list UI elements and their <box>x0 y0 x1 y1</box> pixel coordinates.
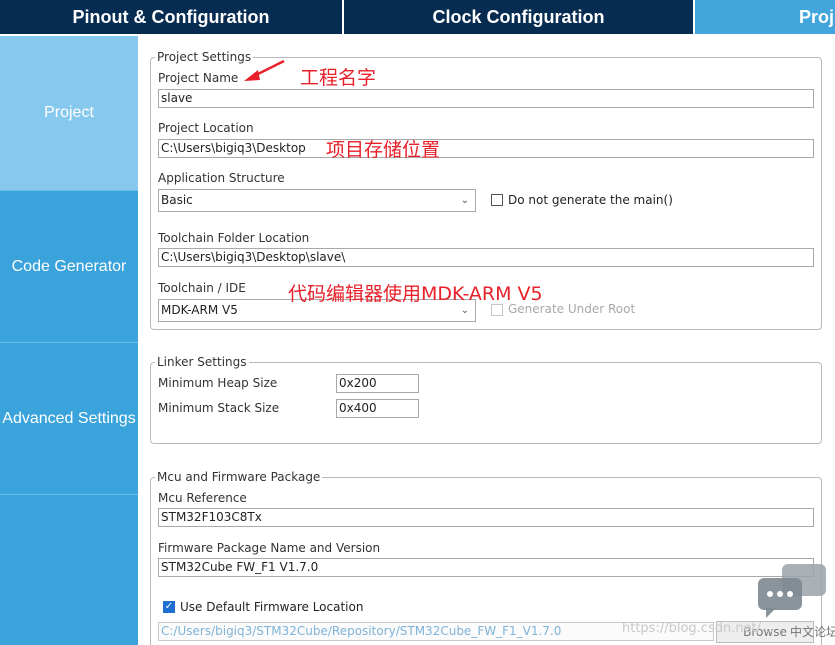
sidebar-item-label: Code Generator <box>11 257 127 275</box>
sidebar-item-code-generator[interactable]: Code Generator <box>0 191 138 343</box>
min-heap-size-label: Minimum Heap Size <box>158 376 278 390</box>
use-default-firmware-checkbox[interactable]: ✓ <box>163 601 175 613</box>
tab-label: Pinout & Configuration <box>72 6 270 27</box>
sidebar-item-label: Project <box>44 104 94 121</box>
tab-label: Proj <box>799 6 835 27</box>
no-main-label: Do not generate the main() <box>508 193 673 207</box>
tab-label: Clock Configuration <box>432 6 605 27</box>
application-structure-select[interactable]: Basic ⌄ <box>158 189 476 212</box>
firmware-package-input[interactable]: STM32Cube FW_F1 V1.7.0 <box>158 558 814 577</box>
sidebar: Project Code Generator Advanced Settings <box>0 36 138 645</box>
chat-bubble-icon <box>758 564 826 618</box>
watermark-url: https://blog.csdn.net/... <box>622 621 774 636</box>
project-location-annotation: 项目存储位置 <box>326 139 441 161</box>
no-main-checkbox[interactable] <box>491 194 503 206</box>
chevron-down-icon: ⌄ <box>460 195 469 206</box>
min-heap-size-input[interactable]: 0x200 <box>336 374 419 393</box>
toolchain-folder-label: Toolchain Folder Location <box>158 231 310 245</box>
use-default-firmware-label: Use Default Firmware Location <box>180 600 364 614</box>
tab-clock-configuration[interactable]: Clock Configuration <box>344 0 693 34</box>
toolchain-annotation: 代码编辑器使用MDK-ARM V5 <box>288 283 543 305</box>
min-stack-size-label: Minimum Stack Size <box>158 401 280 415</box>
sidebar-item-project[interactable]: Project <box>0 36 138 191</box>
application-structure-label: Application Structure <box>158 171 285 185</box>
sidebar-item-advanced-settings[interactable]: Advanced Settings <box>0 343 138 495</box>
watermark-label: 中文论坛 <box>790 625 835 639</box>
mcu-firmware-legend: Mcu and Firmware Package <box>155 470 323 484</box>
toolchain-ide-label: Toolchain / IDE <box>158 281 246 295</box>
tab-pinout-configuration[interactable]: Pinout & Configuration <box>0 0 342 34</box>
project-name-annotation: 工程名字 <box>300 67 377 89</box>
linker-settings-legend: Linker Settings <box>155 355 249 369</box>
project-name-input[interactable]: slave <box>158 89 814 108</box>
mcu-reference-input[interactable]: STM32F103C8Tx <box>158 508 814 527</box>
firmware-package-label: Firmware Package Name and Version <box>158 541 381 555</box>
arrow-icon <box>244 59 285 81</box>
project-name-label: Project Name <box>158 71 239 85</box>
toolchain-folder-input[interactable]: C:\Users\bigiq3\Desktop\slave\ <box>158 248 814 267</box>
toolchain-ide-value: MDK-ARM V5 <box>161 303 238 317</box>
project-location-input[interactable]: C:\Users\bigiq3\Desktop <box>158 139 814 158</box>
tab-project-manager[interactable]: Proj <box>695 0 835 34</box>
min-stack-size-input[interactable]: 0x400 <box>336 399 419 418</box>
project-settings-legend: Project Settings <box>155 50 254 64</box>
application-structure-value: Basic <box>161 193 193 207</box>
top-tab-bar: Pinout & Configuration Clock Configurati… <box>0 0 835 34</box>
mcu-reference-label: Mcu Reference <box>158 491 247 505</box>
sidebar-item-label: Advanced Settings <box>2 409 136 427</box>
project-location-label: Project Location <box>158 121 254 135</box>
